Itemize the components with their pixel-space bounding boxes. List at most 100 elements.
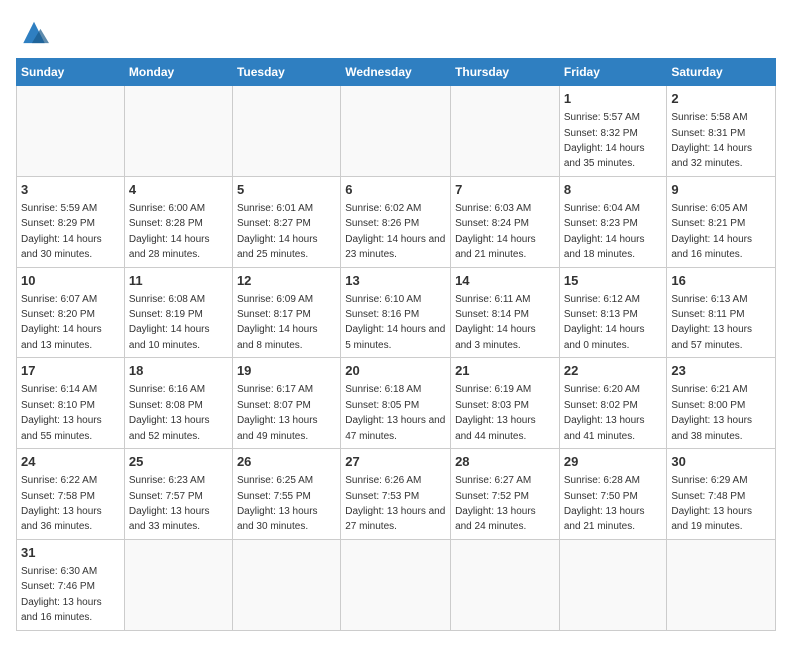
day-cell: 8 Sunrise: 6:04 AM Sunset: 8:23 PM Daylig… (559, 176, 667, 267)
week-row-1: 1 Sunrise: 5:57 AM Sunset: 8:32 PM Daylig… (17, 86, 776, 177)
day-cell: 29 Sunrise: 6:28 AM Sunset: 7:50 PM Dayli… (559, 449, 667, 540)
day-info: Sunrise: 6:26 AM Sunset: 7:53 PM Dayligh… (345, 475, 445, 532)
day-number: 17 (21, 362, 120, 380)
day-number: 23 (671, 362, 771, 380)
day-cell: 4 Sunrise: 6:00 AM Sunset: 8:28 PM Daylig… (124, 176, 232, 267)
day-info: Sunrise: 6:19 AM Sunset: 8:03 PM Dayligh… (455, 384, 536, 441)
day-cell: 15 Sunrise: 6:12 AM Sunset: 8:13 PM Dayli… (559, 267, 667, 358)
day-info: Sunrise: 5:58 AM Sunset: 8:31 PM Dayligh… (671, 112, 752, 169)
day-cell: 11Sunrise: 6:08 AM Sunset: 8:19 PM Dayli… (124, 267, 232, 358)
day-number: 8 (564, 181, 663, 199)
day-info: Sunrise: 6:01 AM Sunset: 8:27 PM Dayligh… (237, 203, 318, 260)
day-cell: 16 Sunrise: 6:13 AM Sunset: 8:11 PM Dayli… (667, 267, 776, 358)
day-number: 5 (237, 181, 336, 199)
day-number: 7 (455, 181, 555, 199)
day-number: 9 (671, 181, 771, 199)
day-info: Sunrise: 6:07 AM Sunset: 8:20 PM Dayligh… (21, 294, 102, 351)
day-number: 13 (345, 272, 446, 290)
day-number: 14 (455, 272, 555, 290)
day-cell: 19Sunrise: 6:17 AM Sunset: 8:07 PM Dayli… (232, 358, 340, 449)
day-info: Sunrise: 6:13 AM Sunset: 8:11 PM Dayligh… (671, 294, 752, 351)
day-cell: 13Sunrise: 6:10 AM Sunset: 8:16 PM Dayli… (341, 267, 451, 358)
day-header-thursday: Thursday (451, 59, 560, 86)
day-header-sunday: Sunday (17, 59, 125, 86)
day-cell (17, 86, 125, 177)
day-number: 12 (237, 272, 336, 290)
day-cell (124, 86, 232, 177)
day-info: Sunrise: 6:29 AM Sunset: 7:48 PM Dayligh… (671, 475, 752, 532)
day-info: Sunrise: 6:25 AM Sunset: 7:55 PM Dayligh… (237, 475, 318, 532)
day-cell: 7 Sunrise: 6:03 AM Sunset: 8:24 PM Daylig… (451, 176, 560, 267)
day-cell: 10Sunrise: 6:07 AM Sunset: 8:20 PM Dayli… (17, 267, 125, 358)
day-info: Sunrise: 6:18 AM Sunset: 8:05 PM Dayligh… (345, 384, 445, 441)
day-number: 1 (564, 90, 663, 108)
day-cell (451, 539, 560, 630)
day-info: Sunrise: 6:28 AM Sunset: 7:50 PM Dayligh… (564, 475, 645, 532)
day-header-wednesday: Wednesday (341, 59, 451, 86)
calendar-table: SundayMondayTuesdayWednesdayThursdayFrid… (16, 58, 776, 631)
header (16, 16, 776, 46)
day-number: 24 (21, 453, 120, 471)
day-info: Sunrise: 6:22 AM Sunset: 7:58 PM Dayligh… (21, 475, 102, 532)
day-info: Sunrise: 6:23 AM Sunset: 7:57 PM Dayligh… (129, 475, 210, 532)
day-info: Sunrise: 6:30 AM Sunset: 7:46 PM Dayligh… (21, 566, 102, 623)
day-number: 3 (21, 181, 120, 199)
day-cell: 22Sunrise: 6:20 AM Sunset: 8:02 PM Dayli… (559, 358, 667, 449)
day-number: 16 (671, 272, 771, 290)
week-row-6: 31 Sunrise: 6:30 AM Sunset: 7:46 PM Dayli… (17, 539, 776, 630)
day-cell: 1 Sunrise: 5:57 AM Sunset: 8:32 PM Daylig… (559, 86, 667, 177)
day-number: 27 (345, 453, 446, 471)
day-number: 29 (564, 453, 663, 471)
day-header-saturday: Saturday (667, 59, 776, 86)
day-cell: 31 Sunrise: 6:30 AM Sunset: 7:46 PM Dayli… (17, 539, 125, 630)
day-number: 30 (671, 453, 771, 471)
day-cell: 18Sunrise: 6:16 AM Sunset: 8:08 PM Dayli… (124, 358, 232, 449)
week-row-5: 24 Sunrise: 6:22 AM Sunset: 7:58 PM Dayli… (17, 449, 776, 540)
day-cell (232, 86, 340, 177)
day-number: 28 (455, 453, 555, 471)
day-number: 15 (564, 272, 663, 290)
day-headers-row: SundayMondayTuesdayWednesdayThursdayFrid… (17, 59, 776, 86)
day-info: Sunrise: 6:05 AM Sunset: 8:21 PM Dayligh… (671, 203, 752, 260)
day-number: 31 (21, 544, 120, 562)
day-number: 25 (129, 453, 228, 471)
day-cell: 3Sunrise: 5:59 AM Sunset: 8:29 PM Daylig… (17, 176, 125, 267)
day-number: 20 (345, 362, 446, 380)
day-cell: 30 Sunrise: 6:29 AM Sunset: 7:48 PM Dayli… (667, 449, 776, 540)
day-header-friday: Friday (559, 59, 667, 86)
day-info: Sunrise: 6:02 AM Sunset: 8:26 PM Dayligh… (345, 203, 445, 260)
day-number: 6 (345, 181, 446, 199)
day-header-monday: Monday (124, 59, 232, 86)
day-info: Sunrise: 6:17 AM Sunset: 8:07 PM Dayligh… (237, 384, 318, 441)
day-cell (232, 539, 340, 630)
day-info: Sunrise: 6:16 AM Sunset: 8:08 PM Dayligh… (129, 384, 210, 441)
day-info: Sunrise: 6:09 AM Sunset: 8:17 PM Dayligh… (237, 294, 318, 351)
day-cell (667, 539, 776, 630)
day-number: 21 (455, 362, 555, 380)
day-cell (341, 539, 451, 630)
day-cell: 24 Sunrise: 6:22 AM Sunset: 7:58 PM Dayli… (17, 449, 125, 540)
day-info: Sunrise: 6:03 AM Sunset: 8:24 PM Dayligh… (455, 203, 536, 260)
day-cell: 17 Sunrise: 6:14 AM Sunset: 8:10 PM Dayli… (17, 358, 125, 449)
week-row-4: 17 Sunrise: 6:14 AM Sunset: 8:10 PM Dayli… (17, 358, 776, 449)
week-row-2: 3Sunrise: 5:59 AM Sunset: 8:29 PM Daylig… (17, 176, 776, 267)
day-cell: 14Sunrise: 6:11 AM Sunset: 8:14 PM Dayli… (451, 267, 560, 358)
day-cell: 21 Sunrise: 6:19 AM Sunset: 8:03 PM Dayli… (451, 358, 560, 449)
day-info: Sunrise: 5:57 AM Sunset: 8:32 PM Dayligh… (564, 112, 645, 169)
day-info: Sunrise: 6:04 AM Sunset: 8:23 PM Dayligh… (564, 203, 645, 260)
day-cell: 27 Sunrise: 6:26 AM Sunset: 7:53 PM Dayli… (341, 449, 451, 540)
week-row-3: 10Sunrise: 6:07 AM Sunset: 8:20 PM Dayli… (17, 267, 776, 358)
day-info: Sunrise: 6:27 AM Sunset: 7:52 PM Dayligh… (455, 475, 536, 532)
day-cell: 6 Sunrise: 6:02 AM Sunset: 8:26 PM Daylig… (341, 176, 451, 267)
day-cell: 20 Sunrise: 6:18 AM Sunset: 8:05 PM Dayli… (341, 358, 451, 449)
day-cell: 5 Sunrise: 6:01 AM Sunset: 8:27 PM Daylig… (232, 176, 340, 267)
day-info: Sunrise: 6:12 AM Sunset: 8:13 PM Dayligh… (564, 294, 645, 351)
day-cell: 26Sunrise: 6:25 AM Sunset: 7:55 PM Dayli… (232, 449, 340, 540)
day-number: 2 (671, 90, 771, 108)
day-cell (341, 86, 451, 177)
day-info: Sunrise: 6:00 AM Sunset: 8:28 PM Dayligh… (129, 203, 210, 260)
day-cell: 23Sunrise: 6:21 AM Sunset: 8:00 PM Dayli… (667, 358, 776, 449)
day-info: Sunrise: 6:14 AM Sunset: 8:10 PM Dayligh… (21, 384, 102, 441)
day-cell (451, 86, 560, 177)
day-number: 4 (129, 181, 228, 199)
